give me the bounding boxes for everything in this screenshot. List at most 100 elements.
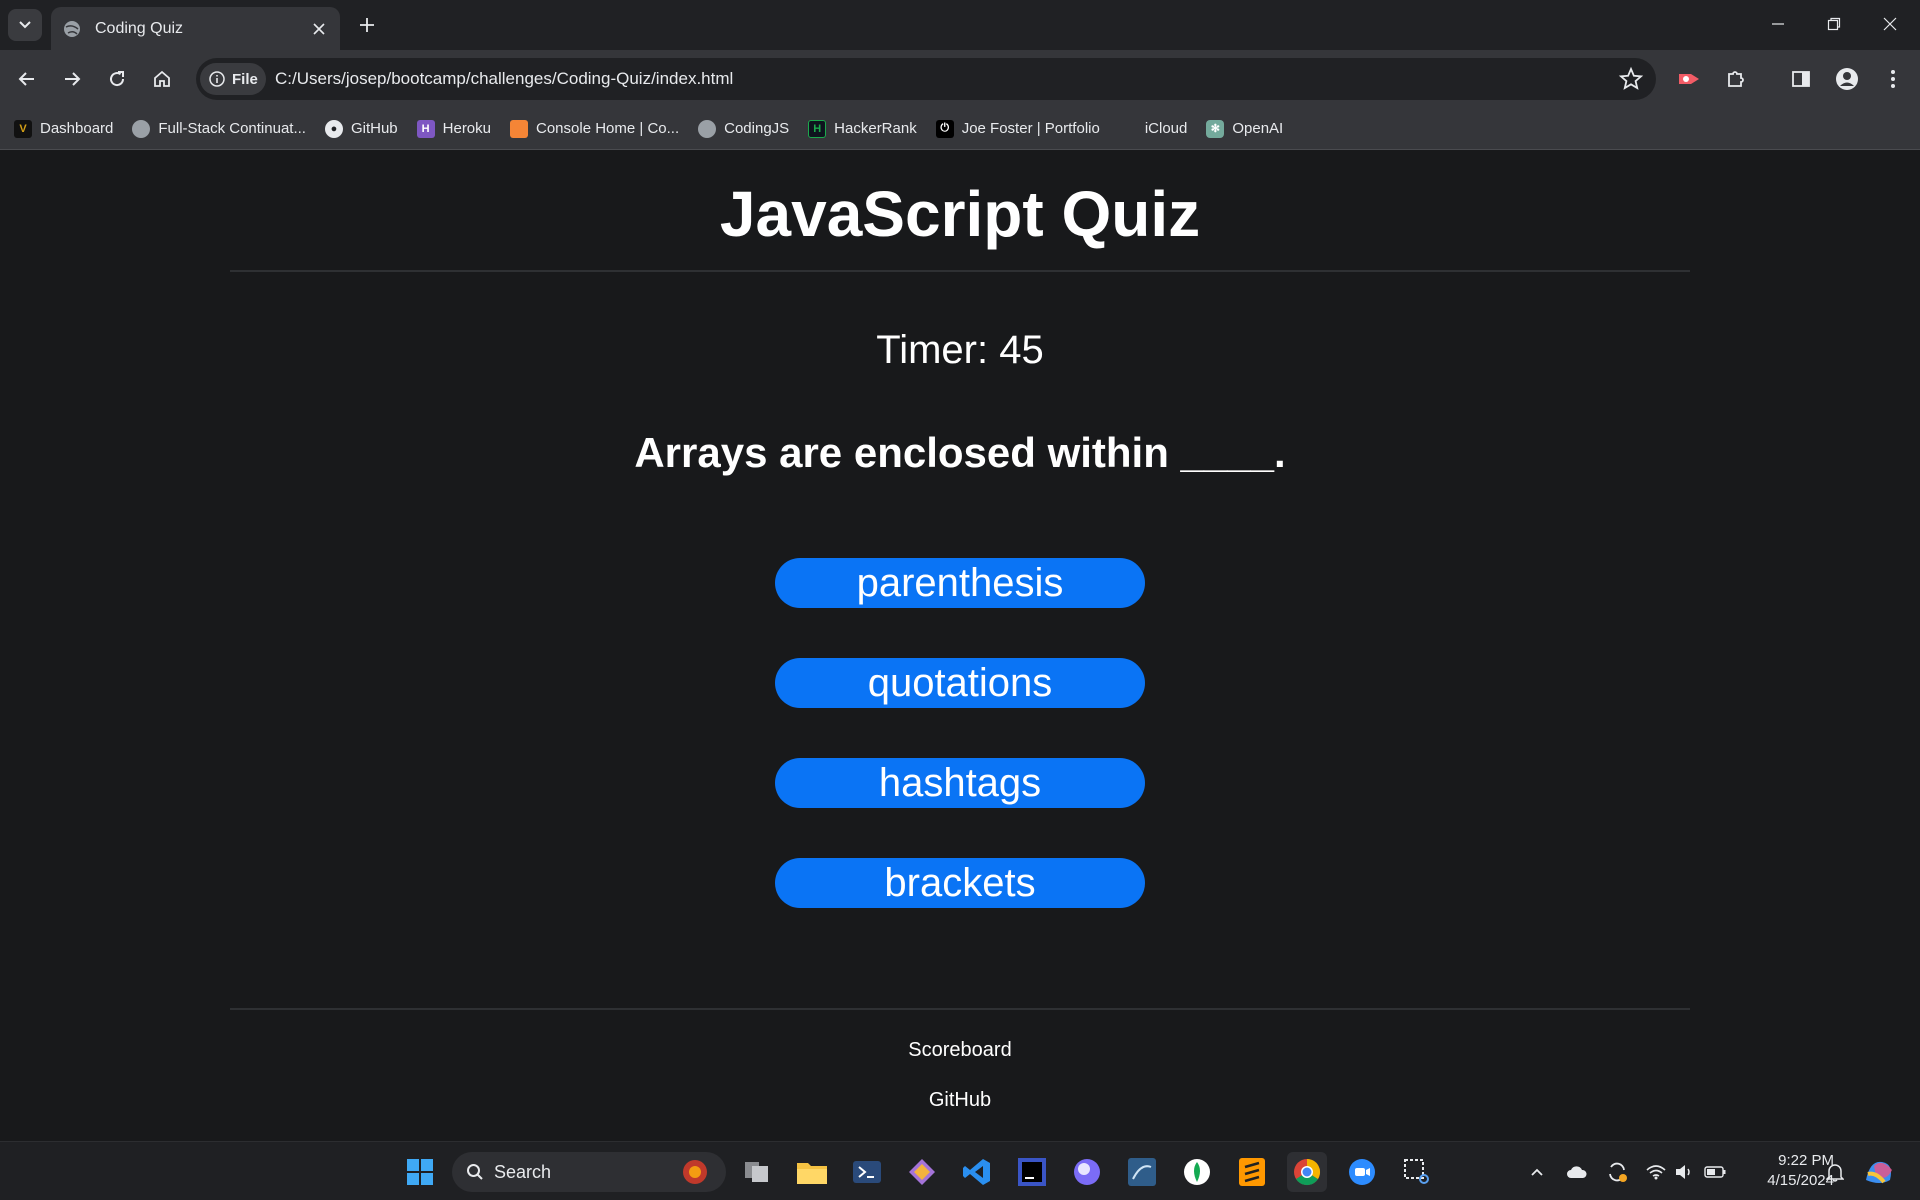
home-icon — [154, 70, 170, 87]
browser-menu-button[interactable] — [1877, 63, 1909, 95]
zoom-icon — [1349, 1159, 1375, 1185]
home-button[interactable] — [144, 61, 180, 97]
intellij-button[interactable] — [1012, 1152, 1052, 1192]
sublime-text-button[interactable] — [1232, 1152, 1272, 1192]
answer-button-brackets[interactable]: brackets — [775, 858, 1145, 908]
windows-logo-icon — [407, 1159, 433, 1185]
battery-button[interactable] — [1700, 1152, 1730, 1192]
sync-status-button[interactable] — [1602, 1152, 1632, 1192]
orb-icon — [1074, 1159, 1100, 1185]
leaf-icon — [1184, 1159, 1210, 1185]
arrow-right-icon — [65, 72, 81, 86]
answer-button-hashtags[interactable]: hashtags — [775, 758, 1145, 808]
onedrive-button[interactable] — [1562, 1152, 1592, 1192]
reload-button[interactable] — [99, 61, 135, 97]
scoreboard-link[interactable]: Scoreboard — [0, 1039, 1920, 1062]
git-client-button[interactable] — [902, 1152, 942, 1192]
bookmark-console-home[interactable]: Console Home | Co... — [510, 119, 680, 138]
copilot-button[interactable] — [1858, 1152, 1902, 1192]
bookmark-icloud[interactable]: iCloud — [1119, 120, 1188, 138]
bookmark-full-stack[interactable]: Full-Stack Continuat... — [132, 119, 306, 138]
site-info-chip[interactable]: File — [200, 63, 266, 95]
page-title: JavaScript Quiz — [719, 178, 1201, 250]
back-button[interactable] — [9, 61, 45, 97]
chrome-button[interactable] — [1287, 1152, 1327, 1192]
bookmark-hackerrank[interactable]: H HackerRank — [808, 119, 917, 138]
taskbar-search[interactable]: Search — [452, 1152, 726, 1192]
browser-tab[interactable]: Coding Quiz — [51, 7, 340, 50]
file-explorer-button[interactable] — [792, 1152, 832, 1192]
aws-cube-icon — [510, 119, 528, 138]
zoom-button[interactable] — [1342, 1152, 1382, 1192]
notifications-button[interactable] — [1820, 1152, 1850, 1192]
side-panel-icon — [1792, 71, 1810, 87]
bookmark-portfolio[interactable]: ⏻ Joe Foster | Portfolio — [935, 119, 1100, 138]
extensions-button[interactable] — [1720, 63, 1752, 95]
quiz-page: JavaScript Quiz Timer: 45 Arrays are enc… — [0, 151, 1920, 1141]
info-icon — [209, 71, 225, 87]
bookmark-dashboard[interactable]: V Dashboard — [14, 119, 114, 138]
chevron-down-icon — [19, 21, 31, 29]
record-extension-icon — [1679, 74, 1699, 84]
github-link[interactable]: GitHub — [0, 1089, 1920, 1112]
volume-button[interactable] — [1670, 1152, 1698, 1192]
bookmark-openai[interactable]: ✻ OpenAI — [1206, 119, 1284, 138]
question-text: Arrays are enclosed within ____. — [634, 429, 1286, 476]
bookmark-label: Console Home | Co... — [536, 120, 680, 137]
answer-button-quotations[interactable]: quotations — [775, 658, 1145, 708]
search-label: Search — [494, 1161, 552, 1182]
start-button[interactable] — [400, 1152, 440, 1192]
tab-close-button[interactable] — [304, 14, 334, 44]
header-divider — [230, 270, 1690, 272]
globe-icon — [132, 119, 151, 138]
snipping-tool-button[interactable] — [1397, 1152, 1437, 1192]
forward-button[interactable] — [54, 61, 90, 97]
restore-button[interactable] — [1806, 0, 1862, 48]
battery-icon — [1704, 1166, 1726, 1178]
bookmark-heroku[interactable]: H Heroku — [416, 119, 491, 138]
hackerrank-icon: H — [808, 119, 827, 138]
database-workbench-button[interactable] — [1122, 1152, 1162, 1192]
footer-divider — [230, 1008, 1690, 1010]
minimize-button[interactable] — [1750, 0, 1806, 48]
profile-button[interactable] — [1831, 63, 1863, 95]
git-diamond-icon — [909, 1159, 935, 1185]
power-icon: ⏻ — [935, 119, 954, 138]
arrow-left-icon — [18, 72, 34, 86]
answer-button-parenthesis[interactable]: parenthesis — [775, 558, 1145, 608]
vscode-button[interactable] — [957, 1152, 997, 1192]
powershell-button[interactable] — [847, 1152, 887, 1192]
orb-app-button[interactable] — [1067, 1152, 1107, 1192]
wifi-icon — [1646, 1165, 1666, 1180]
chrome-icon — [1294, 1158, 1321, 1186]
globe-icon — [698, 119, 717, 138]
bookmark-label: Dashboard — [40, 120, 114, 137]
side-panel-button[interactable] — [1785, 63, 1817, 95]
extension-record-button[interactable] — [1673, 63, 1705, 95]
close-window-button[interactable] — [1862, 0, 1918, 48]
show-hidden-icons-button[interactable] — [1522, 1152, 1552, 1192]
bookmark-codingjs[interactable]: CodingJS — [698, 119, 789, 138]
bookmark-label: OpenAI — [1232, 120, 1284, 137]
sublime-icon — [1239, 1158, 1265, 1186]
url-text[interactable]: C:/Users/josep/bootcamp/challenges/Codin… — [275, 69, 733, 89]
mongodb-compass-button[interactable] — [1177, 1152, 1217, 1192]
new-tab-button[interactable] — [352, 10, 382, 40]
sync-icon — [1609, 1162, 1627, 1182]
github-icon: ● — [324, 119, 343, 138]
bookmark-github[interactable]: ● GitHub — [324, 119, 398, 138]
bookmark-star-icon[interactable] — [1618, 66, 1644, 92]
task-view-button[interactable] — [737, 1152, 777, 1192]
wifi-button[interactable] — [1642, 1152, 1670, 1192]
cloud-icon — [1567, 1166, 1587, 1178]
tab-search-button[interactable] — [8, 9, 42, 41]
avatar-icon — [1836, 68, 1858, 90]
restore-icon — [1827, 17, 1841, 31]
bookmark-label: iCloud — [1144, 120, 1188, 137]
close-icon — [313, 22, 325, 35]
browser-toolbar: File C:/Users/josep/bootcamp/challenges/… — [0, 50, 1920, 108]
v-logo-icon: V — [14, 119, 32, 138]
address-bar[interactable]: File C:/Users/josep/bootcamp/challenges/… — [196, 58, 1656, 100]
speaker-icon — [1676, 1165, 1690, 1179]
search-highlight-icon — [683, 1160, 707, 1184]
